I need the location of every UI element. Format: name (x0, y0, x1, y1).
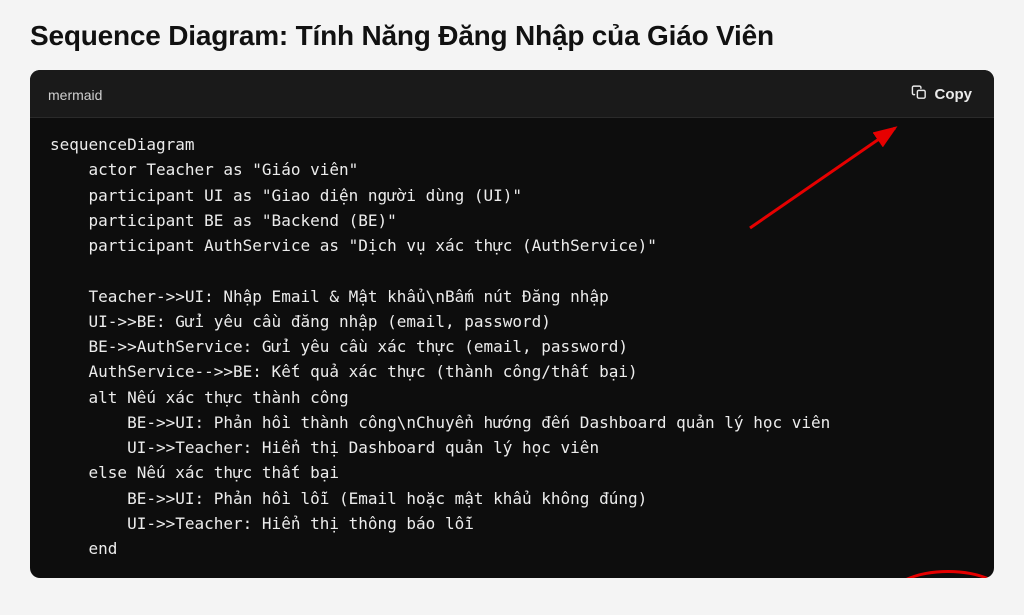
code-content[interactable]: sequenceDiagram actor Teacher as "Giáo v… (30, 118, 994, 578)
copy-icon (911, 84, 928, 105)
language-label: mermaid (48, 87, 102, 103)
copy-button[interactable]: Copy (907, 82, 977, 107)
copy-button-label: Copy (935, 86, 973, 103)
code-header: mermaid Copy (30, 70, 994, 118)
code-block: mermaid Copy sequenceDiagram actor Teach… (30, 70, 994, 578)
page-title: Sequence Diagram: Tính Năng Đăng Nhập củ… (30, 0, 994, 70)
